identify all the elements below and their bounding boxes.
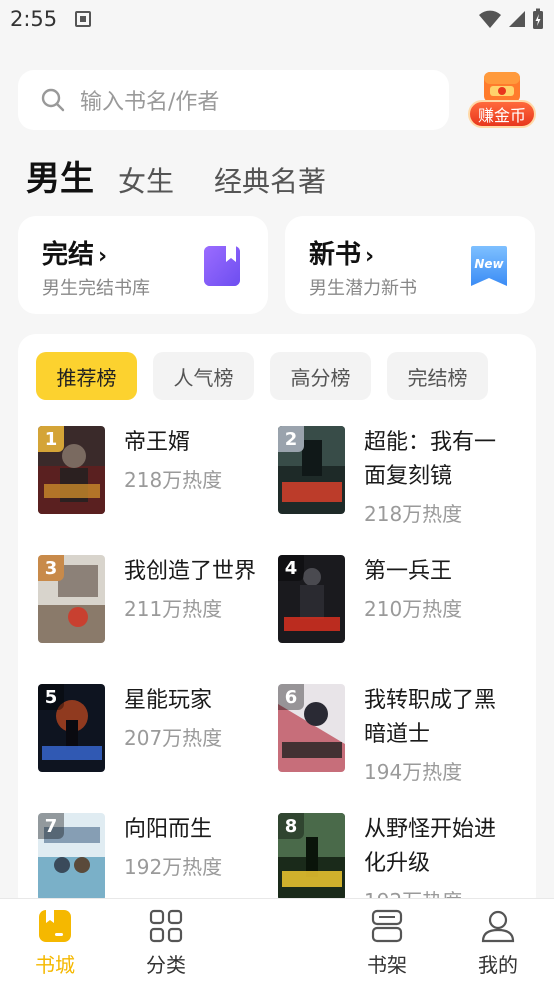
book-heat: 194万热度 xyxy=(364,760,463,784)
earn-coins-button[interactable]: 赚金币 xyxy=(468,70,536,132)
status-icons xyxy=(478,8,544,30)
rank-badge: 6 xyxy=(278,684,304,710)
search-placeholder: 输入书名/作者 xyxy=(80,90,220,115)
ranking-tabs: 推荐榜 人气榜 高分榜 完结榜 xyxy=(36,352,488,400)
book-cover: 3 xyxy=(38,555,105,643)
tab-recommended[interactable]: 推荐榜 xyxy=(36,352,137,400)
book-item[interactable]: 4 第一兵王 210万热度 xyxy=(278,555,518,675)
book-title: 从野怪开始进化升级 xyxy=(364,817,497,876)
status-bar: 2:55 xyxy=(0,0,554,38)
rank-badge: 3 xyxy=(38,555,64,581)
card-title: 完结 › xyxy=(42,234,107,271)
book-cover: 1 xyxy=(38,426,105,514)
new-badge-text: New xyxy=(474,257,504,271)
search-input[interactable]: 输入书名/作者 xyxy=(18,70,449,130)
chevron-right-icon: › xyxy=(365,244,375,269)
book-cover: 7 xyxy=(38,813,105,901)
nav-label: 书城 xyxy=(35,953,75,977)
card-title: 新书 › xyxy=(309,234,374,271)
book-title: 第一兵王 xyxy=(364,559,453,584)
signal-icon xyxy=(509,11,525,27)
book-heat: 218万热度 xyxy=(124,468,223,492)
earn-coins-label: 赚金币 xyxy=(468,100,536,128)
book-item[interactable]: 2 超能：我有一面复刻镜 218万热度 xyxy=(278,426,518,546)
nav-category[interactable]: 分类 xyxy=(131,909,201,979)
nav-label: 我的 xyxy=(478,953,518,977)
wifi-icon xyxy=(479,10,501,28)
notification-icon xyxy=(75,11,92,27)
book-heat: 192万热度 xyxy=(124,855,223,879)
new-title: 新书 xyxy=(309,240,362,270)
bottom-nav: 书城 分类 书架 我的 xyxy=(0,898,554,984)
book-item[interactable]: 1 帝王婿 218万热度 xyxy=(38,426,278,546)
nav-label: 书架 xyxy=(367,953,407,977)
book-item[interactable]: 6 我转职成了黑暗道士 194万热度 xyxy=(278,684,518,804)
book-title: 我转职成了黑暗道士 xyxy=(364,688,497,747)
completed-subtitle: 男生完结书库 xyxy=(42,278,150,299)
book-heat: 218万热度 xyxy=(364,502,463,526)
new-subtitle: 男生潜力新书 xyxy=(309,278,417,299)
person-icon xyxy=(481,910,515,943)
bookstore-icon xyxy=(39,910,71,942)
tab-classics[interactable]: 经典名著 xyxy=(214,160,326,200)
chevron-right-icon: › xyxy=(98,244,108,269)
book-title: 星能玩家 xyxy=(124,688,213,713)
book-title: 向阳而生 xyxy=(124,817,213,842)
rank-badge: 8 xyxy=(278,813,304,839)
ranking-panel: 推荐榜 人气榜 高分榜 完结榜 1 帝王婿 218万热度 2 超能：我有一面复刻… xyxy=(18,334,536,914)
book-cover: 6 xyxy=(278,684,345,772)
tab-popular[interactable]: 人气榜 xyxy=(153,352,254,400)
nav-bookstore[interactable]: 书城 xyxy=(20,909,90,979)
book-cover: 4 xyxy=(278,555,345,643)
book-cover: 5 xyxy=(38,684,105,772)
rank-badge: 1 xyxy=(38,426,64,452)
nav-label: 分类 xyxy=(146,953,186,977)
new-books-card[interactable]: 新书 › 男生潜力新书 New xyxy=(285,216,535,314)
book-heat: 211万热度 xyxy=(124,597,223,621)
tab-completed[interactable]: 完结榜 xyxy=(387,352,488,400)
bookstore-page: 2:55 输入书名/作者 赚金币 男生 女生 经典名著 完结› 男生完结书库 xyxy=(0,0,554,984)
book-title: 我创造了世界 xyxy=(124,559,257,584)
bookshelf-icon xyxy=(371,909,403,943)
nav-profile[interactable]: 我的 xyxy=(463,909,533,979)
new-badge-icon: New xyxy=(471,246,507,286)
grid-icon xyxy=(149,909,183,943)
completed-books-card[interactable]: 完结 › 男生完结书库 xyxy=(18,216,268,314)
battery-icon xyxy=(533,8,543,29)
book-cover: 2 xyxy=(278,426,345,514)
tab-top-rated[interactable]: 高分榜 xyxy=(270,352,371,400)
tab-female[interactable]: 女生 xyxy=(118,160,174,200)
book-title: 超能：我有一面复刻镜 xyxy=(364,430,497,489)
book-cover: 8 xyxy=(278,813,345,901)
rank-badge: 4 xyxy=(278,555,304,581)
book-heat: 207万热度 xyxy=(124,726,223,750)
tab-male[interactable]: 男生 xyxy=(26,151,94,200)
search-icon xyxy=(41,88,65,112)
book-title: 帝王婿 xyxy=(124,430,191,455)
book-item[interactable]: 5 星能玩家 207万热度 xyxy=(38,684,278,804)
completed-title: 完结 xyxy=(42,240,95,270)
rank-badge: 5 xyxy=(38,684,64,710)
nav-bookshelf[interactable]: 书架 xyxy=(352,909,422,979)
rank-badge: 7 xyxy=(38,813,64,839)
book-heat: 210万热度 xyxy=(364,597,463,621)
bookmark-book-icon xyxy=(204,246,240,286)
rank-badge: 2 xyxy=(278,426,304,452)
status-time: 2:55 xyxy=(10,7,58,31)
book-item[interactable]: 3 我创造了世界 211万热度 xyxy=(38,555,278,675)
gender-tabs: 男生 女生 经典名著 xyxy=(26,150,366,200)
